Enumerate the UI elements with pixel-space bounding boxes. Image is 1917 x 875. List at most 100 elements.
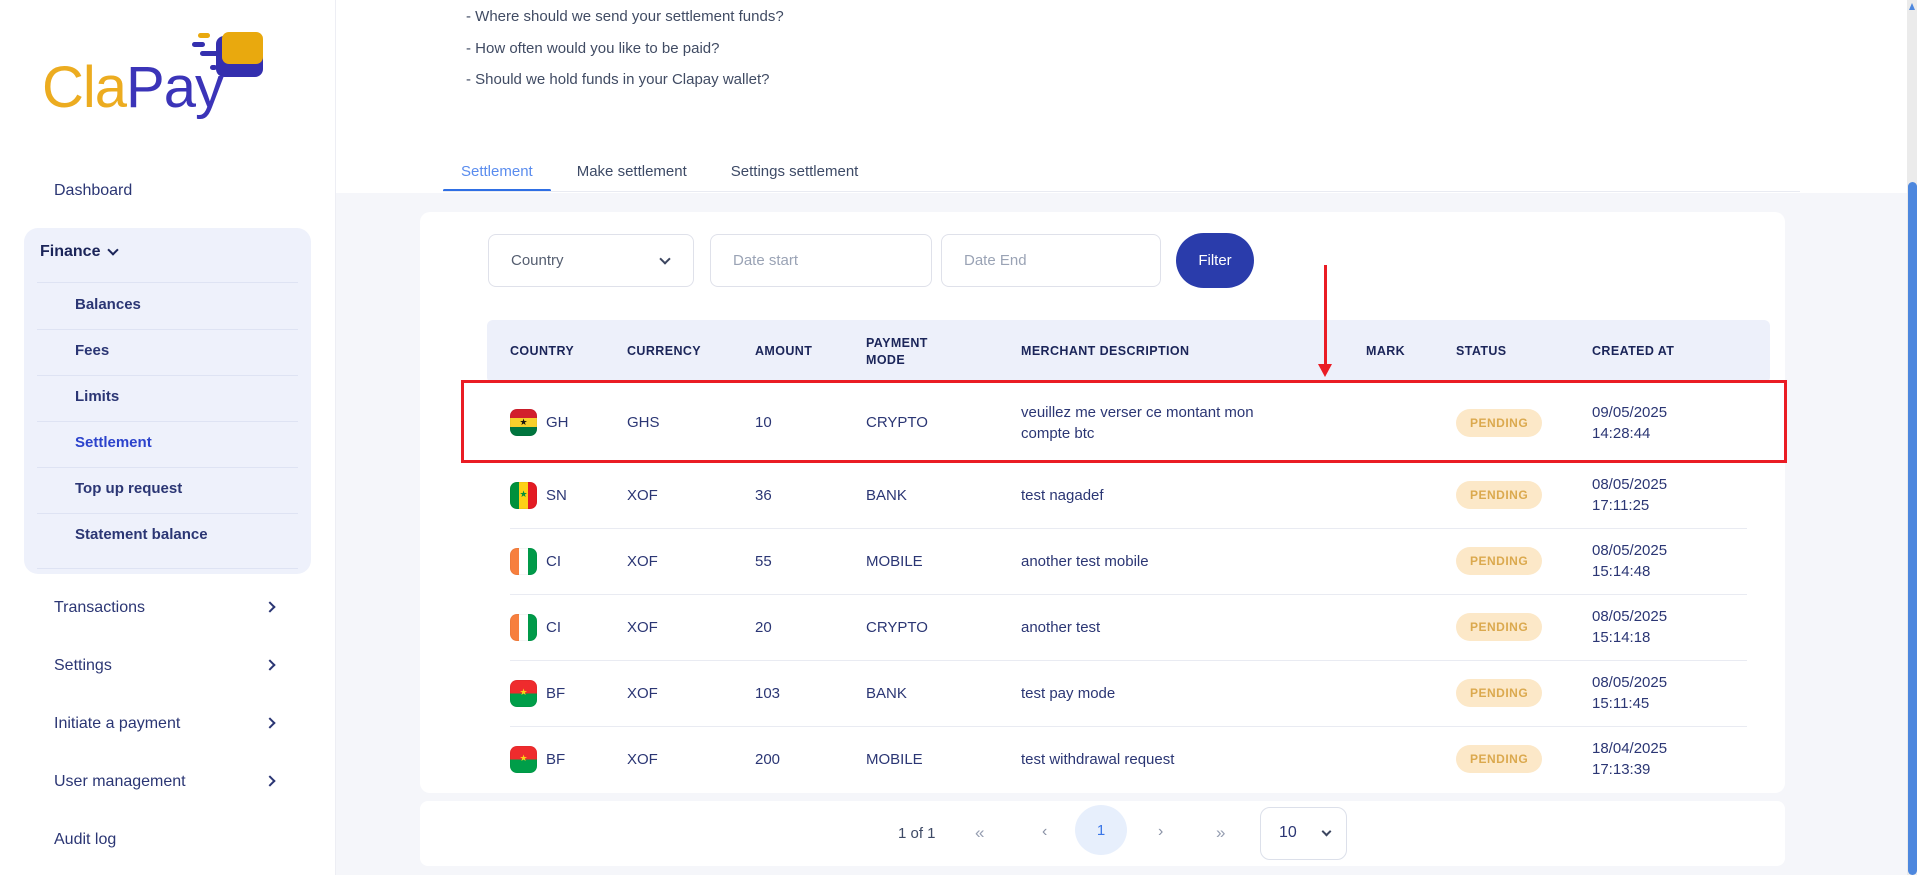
page-size-select[interactable]: 10 xyxy=(1260,807,1347,860)
sidebar-item-settlement[interactable]: Settlement xyxy=(24,421,311,467)
table-row[interactable]: CI XOF 55 MOBILE another test mobile PEN… xyxy=(487,528,1770,594)
finance-submenu: Balances Fees Limits Settlement Top up r… xyxy=(24,283,311,569)
last-page-button[interactable]: » xyxy=(1216,823,1225,843)
sidebar-item-settings[interactable]: Settings xyxy=(0,653,336,683)
sidebar-item-statement-balance[interactable]: Statement balance xyxy=(24,513,311,559)
sidebar-item-label: Settlement xyxy=(75,434,152,451)
app-window: ClaPay Dashboard Finance Balances Fees L… xyxy=(0,0,1917,875)
created-time: 15:14:48 xyxy=(1592,563,1651,580)
sidebar-item-finance[interactable]: Finance xyxy=(24,228,311,283)
amount-cell: 36 xyxy=(755,486,772,504)
amount-cell: 20 xyxy=(755,618,772,636)
created-date: 09/05/2025 xyxy=(1592,403,1668,421)
table-row[interactable]: GH GHS 10 CRYPTO veuillez me verser ce m… xyxy=(487,383,1770,462)
chevron-right-icon xyxy=(264,717,276,729)
sidebar-item-fees[interactable]: Fees xyxy=(24,329,311,375)
settlement-card: Country Filter COUNTRY CURRENCY AMOUNT P… xyxy=(420,212,1785,793)
intro-question: - Should we hold funds in your Clapay wa… xyxy=(466,71,770,88)
settlement-tabs: Settlement Make settlement Settings sett… xyxy=(443,150,876,192)
tab-label: Make settlement xyxy=(576,162,687,180)
page-size-value: 10 xyxy=(1279,824,1297,841)
intro-question: - Where should we send your settlement f… xyxy=(466,8,784,25)
chevron-down-icon xyxy=(107,244,120,256)
logo-speedline-icon xyxy=(198,33,210,38)
status-cell: PENDING xyxy=(1456,679,1592,707)
created-date: 08/05/2025 xyxy=(1592,542,1668,559)
status-cell: PENDING xyxy=(1456,408,1592,437)
table-row[interactable]: BF XOF 103 BANK test pay mode PENDING 08… xyxy=(487,660,1770,726)
sidebar-item-balances[interactable]: Balances xyxy=(24,283,311,329)
first-page-button[interactable]: « xyxy=(975,823,984,843)
tab-settlement[interactable]: Settlement xyxy=(443,150,551,192)
logo-card-front xyxy=(222,32,263,64)
table-row[interactable]: BF XOF 200 MOBILE test withdrawal reques… xyxy=(487,726,1770,792)
burkina-faso-flag-icon xyxy=(510,745,537,773)
sidebar-item-initiate-a-payment[interactable]: Initiate a payment xyxy=(0,711,336,741)
created-at-cell: 09/05/2025 14:28:44 xyxy=(1592,402,1770,444)
brand-name: ClaPay xyxy=(42,54,224,121)
country-code: CI xyxy=(546,618,561,636)
tab-settings-settlement[interactable]: Settings settlement xyxy=(713,150,877,192)
created-time: 15:14:18 xyxy=(1592,629,1651,646)
payment-mode-cell: BANK xyxy=(866,684,907,702)
scrollbar-up-arrow-icon[interactable] xyxy=(1908,3,1915,10)
merchant-description-cell: veuillez me verser ce montant mon compte… xyxy=(1021,403,1254,442)
country-cell: CI xyxy=(510,613,627,641)
current-page-button[interactable]: 1 xyxy=(1075,805,1127,855)
filter-button[interactable]: Filter xyxy=(1176,233,1254,288)
column-header-currency: CURRENCY xyxy=(627,344,702,358)
status-cell: PENDING xyxy=(1456,481,1592,509)
merchant-description-cell: another test xyxy=(1021,618,1101,636)
tab-make-settlement[interactable]: Make settlement xyxy=(559,150,705,192)
cote-divoire-flag-icon xyxy=(510,613,537,641)
sidebar-item-label: Balances xyxy=(75,296,141,313)
brand-name-part2: Pay xyxy=(126,55,224,120)
app-logo: ClaPay xyxy=(42,32,302,140)
status-badge: PENDING xyxy=(1456,613,1543,641)
sidebar-item-dashboard[interactable]: Dashboard xyxy=(0,178,336,208)
scrollbar-thumb[interactable] xyxy=(1907,182,1917,875)
chevron-down-icon xyxy=(659,253,671,265)
amount-cell: 55 xyxy=(755,552,772,570)
table-row[interactable]: SN XOF 36 BANK test nagadef PENDING 08/0… xyxy=(487,462,1770,528)
status-cell: PENDING xyxy=(1456,613,1592,641)
payment-mode-cell: CRYPTO xyxy=(866,414,928,431)
status-badge: PENDING xyxy=(1456,679,1543,707)
created-at-cell: 08/05/2025 17:11:25 xyxy=(1592,474,1770,516)
merchant-description-cell: test withdrawal request xyxy=(1021,750,1175,768)
table-row[interactable]: CI XOF 20 CRYPTO another test PENDING 08… xyxy=(487,594,1770,660)
country-cell: BF xyxy=(510,745,627,773)
sidebar-item-audit-log[interactable]: Audit log xyxy=(0,827,336,857)
intro-question: - How often would you like to be paid? xyxy=(466,39,720,57)
payment-mode-cell: MOBILE xyxy=(866,750,923,768)
created-date: 08/05/2025 xyxy=(1592,674,1668,691)
table-body: GH GHS 10 CRYPTO veuillez me verser ce m… xyxy=(487,383,1770,792)
chevron-right-icon xyxy=(264,775,276,787)
logo-speedline-icon xyxy=(192,42,205,47)
status-cell: PENDING xyxy=(1456,745,1592,773)
payment-mode-cell: BANK xyxy=(866,486,907,504)
next-page-button[interactable]: › xyxy=(1158,823,1163,841)
sidebar-item-limits[interactable]: Limits xyxy=(24,375,311,421)
status-badge: PENDING xyxy=(1456,745,1543,773)
amount-cell: 10 xyxy=(755,414,772,431)
sidebar-item-top-up-request[interactable]: Top up request xyxy=(24,467,311,513)
sidebar-item-user-management[interactable]: User management xyxy=(0,769,336,799)
country-select[interactable]: Country xyxy=(488,234,694,287)
tab-label: Settlement xyxy=(461,162,533,180)
date-end-input[interactable] xyxy=(941,234,1161,287)
status-badge: PENDING xyxy=(1456,547,1543,575)
country-cell: GH xyxy=(510,409,627,436)
tabs-divider xyxy=(443,191,1800,192)
table-header: COUNTRY CURRENCY AMOUNT PAYMENT MODE MER… xyxy=(487,320,1770,383)
merchant-description-cell: test nagadef xyxy=(1021,486,1104,504)
sidebar-item-transactions[interactable]: Transactions xyxy=(0,595,336,625)
date-start-input[interactable] xyxy=(710,234,932,287)
previous-page-button[interactable]: ‹ xyxy=(1042,823,1047,841)
payment-mode-cell: CRYPTO xyxy=(866,618,928,636)
tab-label: Settings settlement xyxy=(730,162,859,180)
ghana-flag-icon xyxy=(510,409,537,436)
burkina-faso-flag-icon xyxy=(510,679,537,707)
chevron-right-icon xyxy=(264,601,276,613)
amount-cell: 200 xyxy=(755,750,781,768)
